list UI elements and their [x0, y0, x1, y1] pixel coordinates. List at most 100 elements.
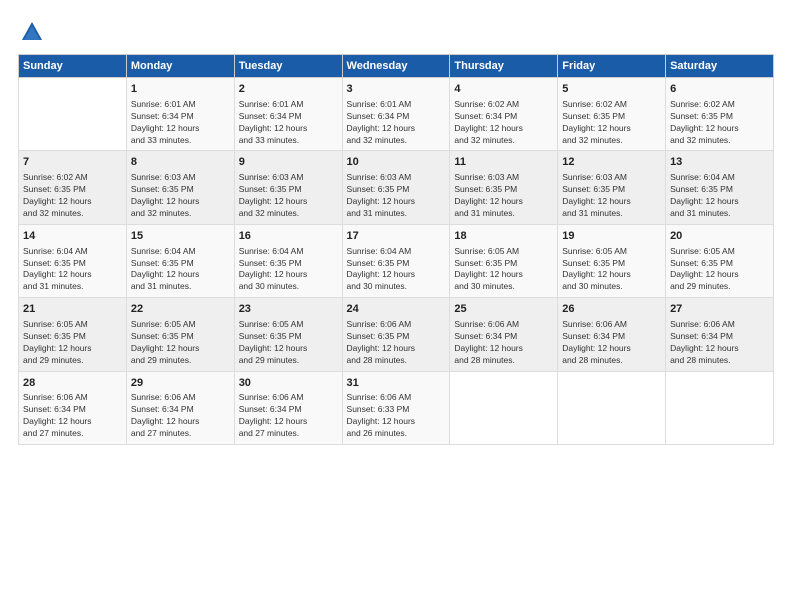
day-number: 28: [23, 376, 122, 391]
day-info: Sunrise: 6:01 AM Sunset: 6:34 PM Dayligh…: [131, 99, 230, 147]
calendar-cell: 12 Sunrise: 6:03 AM Sunset: 6:35 PM Dayli…: [558, 151, 666, 224]
day-info: Sunrise: 6:03 AM Sunset: 6:35 PM Dayligh…: [562, 172, 661, 220]
calendar-cell: 10 Sunrise: 6:03 AM Sunset: 6:35 PM Dayli…: [342, 151, 450, 224]
weekday-header-saturday: Saturday: [666, 55, 774, 78]
week-row-3: 14 Sunrise: 6:04 AM Sunset: 6:35 PM Dayli…: [19, 224, 774, 297]
calendar-cell: 14 Sunrise: 6:04 AM Sunset: 6:35 PM Dayli…: [19, 224, 127, 297]
day-number: 22: [131, 302, 230, 317]
day-number: 14: [23, 229, 122, 244]
calendar-cell: 5Sunrise: 6:02 AM Sunset: 6:35 PM Daylig…: [558, 78, 666, 151]
day-number: 26: [562, 302, 661, 317]
calendar-cell: [666, 371, 774, 444]
day-info: Sunrise: 6:03 AM Sunset: 6:35 PM Dayligh…: [347, 172, 446, 220]
calendar-cell: 6 Sunrise: 6:02 AM Sunset: 6:35 PM Daylig…: [666, 78, 774, 151]
day-info: Sunrise: 6:02 AM Sunset: 6:35 PM Dayligh…: [670, 99, 769, 147]
day-number: 20: [670, 229, 769, 244]
day-info: Sunrise: 6:01 AM Sunset: 6:34 PM Dayligh…: [239, 99, 338, 147]
day-number: 11: [454, 155, 553, 170]
calendar-cell: 7 Sunrise: 6:02 AM Sunset: 6:35 PM Daylig…: [19, 151, 127, 224]
calendar-cell: 27 Sunrise: 6:06 AM Sunset: 6:34 PM Dayli…: [666, 298, 774, 371]
day-number: 23: [239, 302, 338, 317]
day-number: 27: [670, 302, 769, 317]
day-number: 17: [347, 229, 446, 244]
day-number: 18: [454, 229, 553, 244]
day-info: Sunrise: 6:02 AM Sunset: 6:35 PM Dayligh…: [562, 99, 661, 147]
calendar-cell: 20Sunrise: 6:05 AM Sunset: 6:35 PM Dayli…: [666, 224, 774, 297]
weekday-header-thursday: Thursday: [450, 55, 558, 78]
day-number: 13: [670, 155, 769, 170]
day-number: 4: [454, 82, 553, 97]
day-info: Sunrise: 6:02 AM Sunset: 6:34 PM Dayligh…: [454, 99, 553, 147]
day-number: 12: [562, 155, 661, 170]
day-info: Sunrise: 6:06 AM Sunset: 6:34 PM Dayligh…: [670, 319, 769, 367]
day-info: Sunrise: 6:04 AM Sunset: 6:35 PM Dayligh…: [670, 172, 769, 220]
weekday-header-wednesday: Wednesday: [342, 55, 450, 78]
day-info: Sunrise: 6:06 AM Sunset: 6:33 PM Dayligh…: [347, 392, 446, 440]
calendar-cell: 8Sunrise: 6:03 AM Sunset: 6:35 PM Daylig…: [126, 151, 234, 224]
calendar-cell: 28Sunrise: 6:06 AM Sunset: 6:34 PM Dayli…: [19, 371, 127, 444]
calendar-cell: 19Sunrise: 6:05 AM Sunset: 6:35 PM Dayli…: [558, 224, 666, 297]
day-number: 2: [239, 82, 338, 97]
day-info: Sunrise: 6:03 AM Sunset: 6:35 PM Dayligh…: [239, 172, 338, 220]
day-number: 31: [347, 376, 446, 391]
day-info: Sunrise: 6:01 AM Sunset: 6:34 PM Dayligh…: [347, 99, 446, 147]
day-info: Sunrise: 6:02 AM Sunset: 6:35 PM Dayligh…: [23, 172, 122, 220]
calendar-cell: 31Sunrise: 6:06 AM Sunset: 6:33 PM Dayli…: [342, 371, 450, 444]
day-info: Sunrise: 6:06 AM Sunset: 6:34 PM Dayligh…: [562, 319, 661, 367]
week-row-1: 1 Sunrise: 6:01 AM Sunset: 6:34 PM Daylig…: [19, 78, 774, 151]
calendar-cell: [19, 78, 127, 151]
day-info: Sunrise: 6:04 AM Sunset: 6:35 PM Dayligh…: [131, 246, 230, 294]
calendar-cell: 2 Sunrise: 6:01 AM Sunset: 6:34 PM Daylig…: [234, 78, 342, 151]
weekday-header-friday: Friday: [558, 55, 666, 78]
calendar-cell: 18 Sunrise: 6:05 AM Sunset: 6:35 PM Dayli…: [450, 224, 558, 297]
weekday-header-monday: Monday: [126, 55, 234, 78]
day-number: 9: [239, 155, 338, 170]
header: [18, 18, 774, 46]
calendar-cell: 22 Sunrise: 6:05 AM Sunset: 6:35 PM Dayli…: [126, 298, 234, 371]
day-number: 10: [347, 155, 446, 170]
logo: [18, 18, 50, 46]
calendar-cell: 15 Sunrise: 6:04 AM Sunset: 6:35 PM Dayli…: [126, 224, 234, 297]
day-number: 16: [239, 229, 338, 244]
day-info: Sunrise: 6:06 AM Sunset: 6:34 PM Dayligh…: [23, 392, 122, 440]
day-info: Sunrise: 6:05 AM Sunset: 6:35 PM Dayligh…: [239, 319, 338, 367]
day-info: Sunrise: 6:06 AM Sunset: 6:35 PM Dayligh…: [347, 319, 446, 367]
calendar-cell: 9 Sunrise: 6:03 AM Sunset: 6:35 PM Daylig…: [234, 151, 342, 224]
calendar-cell: 17Sunrise: 6:04 AM Sunset: 6:35 PM Dayli…: [342, 224, 450, 297]
day-number: 6: [670, 82, 769, 97]
day-number: 21: [23, 302, 122, 317]
calendar-cell: [450, 371, 558, 444]
calendar-cell: 25Sunrise: 6:06 AM Sunset: 6:34 PM Dayli…: [450, 298, 558, 371]
calendar-page: SundayMondayTuesdayWednesdayThursdayFrid…: [0, 0, 792, 612]
day-number: 7: [23, 155, 122, 170]
day-info: Sunrise: 6:04 AM Sunset: 6:35 PM Dayligh…: [23, 246, 122, 294]
calendar-cell: 1 Sunrise: 6:01 AM Sunset: 6:34 PM Daylig…: [126, 78, 234, 151]
day-info: Sunrise: 6:06 AM Sunset: 6:34 PM Dayligh…: [239, 392, 338, 440]
calendar-cell: 3 Sunrise: 6:01 AM Sunset: 6:34 PM Daylig…: [342, 78, 450, 151]
week-row-4: 21 Sunrise: 6:05 AM Sunset: 6:35 PM Dayli…: [19, 298, 774, 371]
week-row-2: 7 Sunrise: 6:02 AM Sunset: 6:35 PM Daylig…: [19, 151, 774, 224]
day-number: 8: [131, 155, 230, 170]
day-info: Sunrise: 6:05 AM Sunset: 6:35 PM Dayligh…: [454, 246, 553, 294]
day-info: Sunrise: 6:05 AM Sunset: 6:35 PM Dayligh…: [131, 319, 230, 367]
calendar-cell: 29Sunrise: 6:06 AM Sunset: 6:34 PM Dayli…: [126, 371, 234, 444]
calendar-cell: 24Sunrise: 6:06 AM Sunset: 6:35 PM Dayli…: [342, 298, 450, 371]
day-number: 29: [131, 376, 230, 391]
logo-icon: [18, 18, 46, 46]
day-info: Sunrise: 6:06 AM Sunset: 6:34 PM Dayligh…: [131, 392, 230, 440]
calendar-cell: 30Sunrise: 6:06 AM Sunset: 6:34 PM Dayli…: [234, 371, 342, 444]
weekday-header-row: SundayMondayTuesdayWednesdayThursdayFrid…: [19, 55, 774, 78]
weekday-header-tuesday: Tuesday: [234, 55, 342, 78]
day-number: 15: [131, 229, 230, 244]
day-number: 3: [347, 82, 446, 97]
day-info: Sunrise: 6:04 AM Sunset: 6:35 PM Dayligh…: [239, 246, 338, 294]
day-number: 30: [239, 376, 338, 391]
day-info: Sunrise: 6:05 AM Sunset: 6:35 PM Dayligh…: [23, 319, 122, 367]
calendar-cell: 16 Sunrise: 6:04 AM Sunset: 6:35 PM Dayli…: [234, 224, 342, 297]
calendar-cell: 11Sunrise: 6:03 AM Sunset: 6:35 PM Dayli…: [450, 151, 558, 224]
calendar-cell: [558, 371, 666, 444]
day-info: Sunrise: 6:06 AM Sunset: 6:34 PM Dayligh…: [454, 319, 553, 367]
calendar-cell: 26 Sunrise: 6:06 AM Sunset: 6:34 PM Dayli…: [558, 298, 666, 371]
week-row-5: 28Sunrise: 6:06 AM Sunset: 6:34 PM Dayli…: [19, 371, 774, 444]
day-number: 1: [131, 82, 230, 97]
